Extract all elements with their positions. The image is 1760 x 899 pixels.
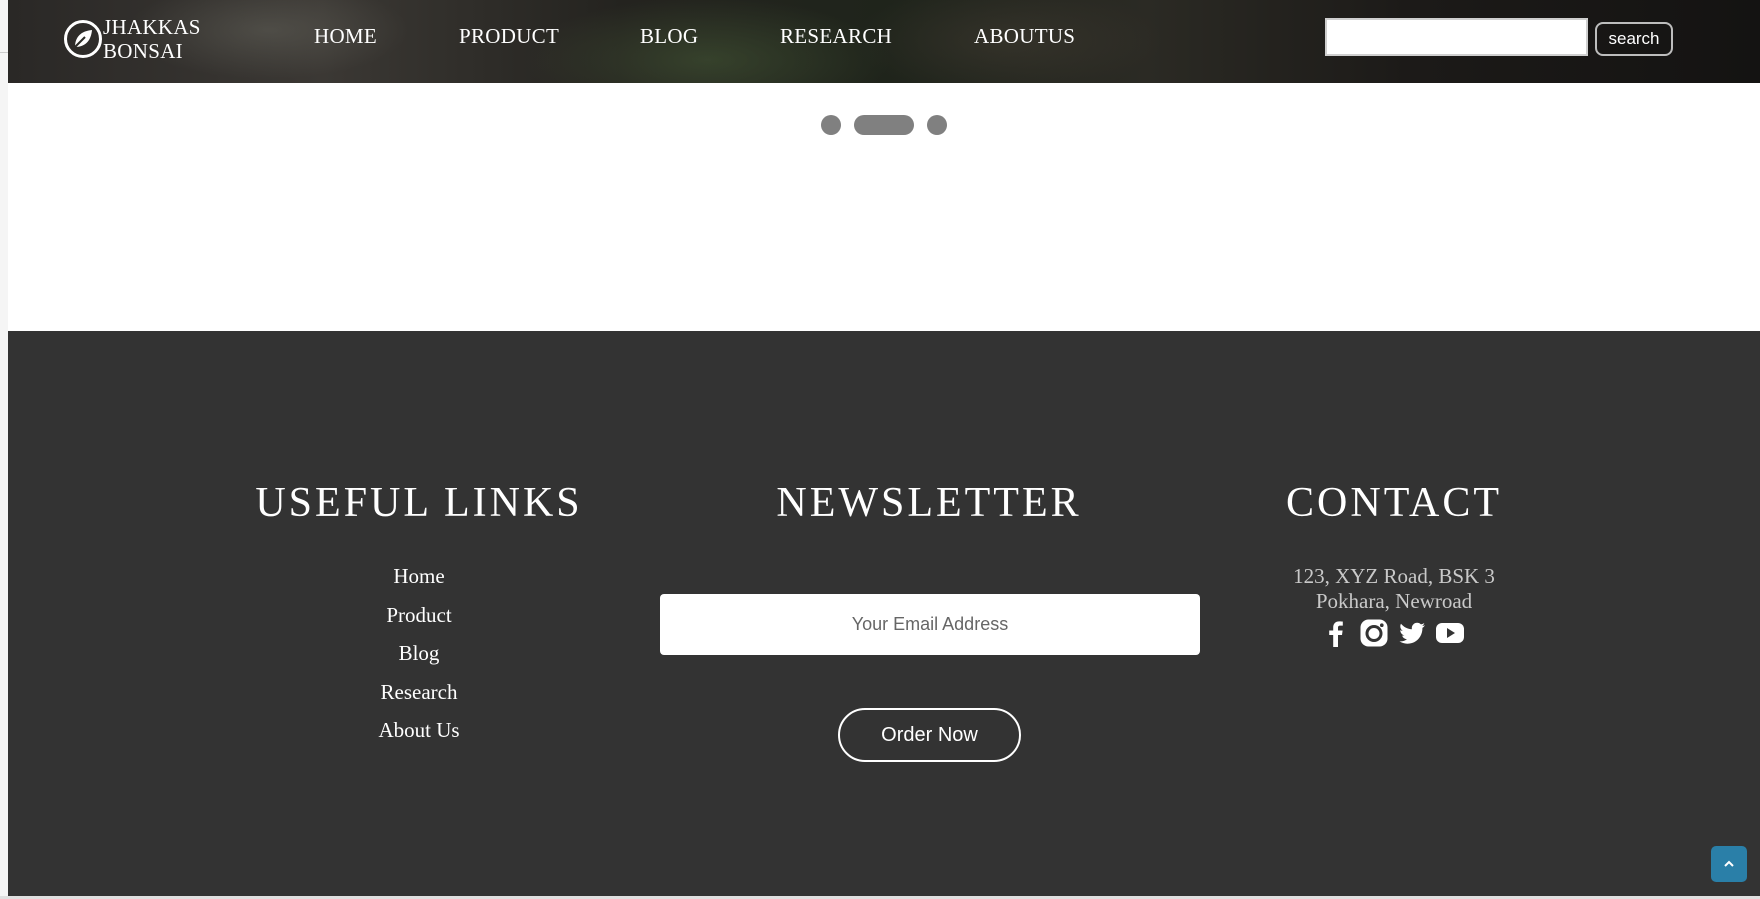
footer-link-product[interactable]: Product <box>386 603 451 628</box>
footer-link-about-us[interactable]: About Us <box>378 718 459 743</box>
logo-line-1: JHAKKAS <box>103 15 201 39</box>
nav-blog[interactable]: BLOG <box>640 24 698 49</box>
carousel-indicator-2-active[interactable] <box>854 115 914 135</box>
page: JHAKKAS BONSAI HOME PRODUCT BLOG RESEARC… <box>8 0 1760 896</box>
logo-line-2: BONSAI <box>103 39 183 63</box>
order-now-button[interactable]: Order Now <box>838 708 1021 762</box>
navbar: JHAKKAS BONSAI HOME PRODUCT BLOG RESEARC… <box>8 0 1760 83</box>
logo-text: JHAKKAS BONSAI <box>103 15 201 63</box>
footer-link-blog[interactable]: Blog <box>399 641 440 666</box>
instagram-icon[interactable] <box>1359 618 1389 648</box>
address-line-1: 123, XYZ Road, BSK 3 <box>1293 564 1495 588</box>
leaf-logo-icon <box>64 20 102 58</box>
chevron-up-icon <box>1724 860 1734 867</box>
carousel-indicator-3[interactable] <box>927 115 947 135</box>
nav-about-us[interactable]: ABOUTUS <box>974 24 1075 49</box>
facebook-icon[interactable] <box>1321 618 1351 648</box>
page-left-gutter <box>0 0 8 899</box>
youtube-icon[interactable] <box>1435 618 1465 648</box>
useful-links-title: USEFUL LINKS <box>255 480 583 526</box>
back-to-top-button[interactable] <box>1711 846 1747 882</box>
site-logo[interactable]: JHAKKAS BONSAI <box>64 15 201 63</box>
nav-research[interactable]: RESEARCH <box>780 24 892 49</box>
nav-home[interactable]: HOME <box>314 24 377 49</box>
search-input[interactable] <box>1325 18 1588 56</box>
search-button[interactable]: search <box>1595 22 1673 56</box>
twitter-icon[interactable] <box>1397 618 1427 648</box>
footer: USEFUL LINKS Home Product Blog Research … <box>8 331 1760 896</box>
footer-link-home[interactable]: Home <box>393 564 444 589</box>
nav-product[interactable]: PRODUCT <box>459 24 559 49</box>
gutter-divider <box>0 52 8 53</box>
carousel-indicator-1[interactable] <box>821 115 841 135</box>
address-line-2: Pokhara, Newroad <box>1315 589 1473 613</box>
contact-title: CONTACT <box>1286 480 1502 526</box>
newsletter-title: NEWSLETTER <box>776 480 1082 526</box>
footer-link-research[interactable]: Research <box>381 680 458 705</box>
email-input[interactable] <box>660 594 1200 655</box>
